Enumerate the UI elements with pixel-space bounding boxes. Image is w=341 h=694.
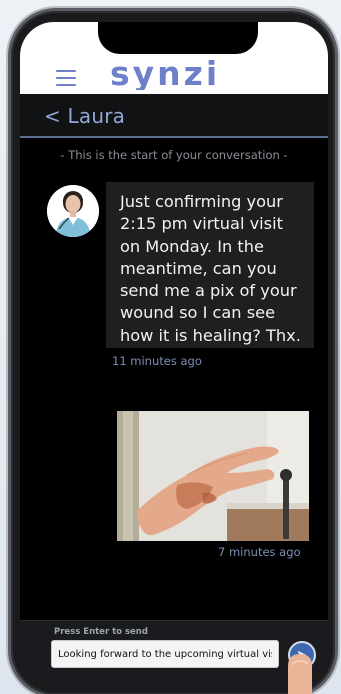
app-header: synzi xyxy=(20,22,328,94)
avatar xyxy=(47,185,99,237)
finger-touch-icon xyxy=(288,654,312,694)
photo-timestamp: 7 minutes ago xyxy=(218,545,301,559)
conversation-start-note: - This is the start of your conversation… xyxy=(60,148,288,162)
nurse-avatar-icon xyxy=(47,185,99,237)
hamburger-menu-icon[interactable] xyxy=(56,70,76,86)
phone-notch xyxy=(98,22,258,54)
conversation-header: < Laura xyxy=(20,94,328,138)
synzi-logo: synzi xyxy=(110,56,220,90)
wound-photo[interactable] xyxy=(117,411,309,541)
back-to-laura-link[interactable]: < Laura xyxy=(44,104,125,128)
message-input[interactable] xyxy=(51,640,279,668)
hand-photo-image xyxy=(117,411,309,541)
svg-text:synzi: synzi xyxy=(110,56,220,90)
message-text: Just confirming your 2:15 pm virtual vis… xyxy=(120,192,301,345)
message-timestamp: 11 minutes ago xyxy=(112,354,202,368)
phone-screen: synzi < Laura - This is the start of you… xyxy=(20,22,328,682)
message-bubble: Just confirming your 2:15 pm virtual vis… xyxy=(106,182,314,348)
press-enter-hint: Press Enter to send xyxy=(54,627,148,637)
